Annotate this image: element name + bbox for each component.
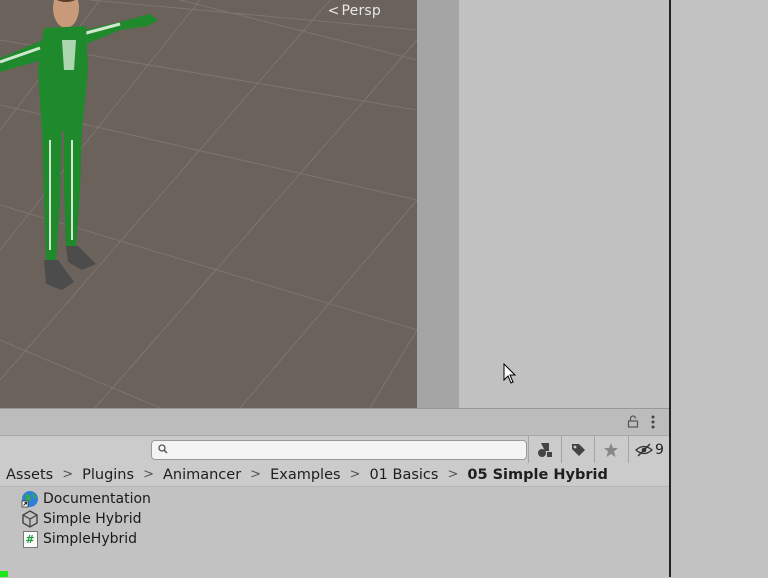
inspector-panel xyxy=(459,0,670,408)
scene-view[interactable]: < Persp xyxy=(0,0,417,408)
project-panel-tab-bar xyxy=(0,409,669,435)
csharp-script-icon: # xyxy=(21,530,39,548)
breadcrumb: Assets > Plugins > Animancer > Examples … xyxy=(0,463,669,487)
chevron-left-icon: < xyxy=(327,3,340,19)
kebab-menu-icon[interactable] xyxy=(649,415,657,429)
far-right-panel xyxy=(671,0,768,577)
project-toolbar: 9 xyxy=(0,435,669,464)
breadcrumb-01-basics[interactable]: 01 Basics xyxy=(369,467,438,483)
scene-side-strip xyxy=(417,0,459,408)
project-panel: 9 Assets > Plugins > Animancer > Example… xyxy=(0,408,669,578)
hidden-items-toggle[interactable]: 9 xyxy=(628,436,670,463)
item-label: Simple Hybrid xyxy=(43,511,142,527)
chevron-right-icon: > xyxy=(62,467,74,482)
progress-indicator xyxy=(0,571,8,577)
filter-by-type-button[interactable] xyxy=(528,436,561,463)
visibility-eye-icon xyxy=(635,443,654,456)
breadcrumb-animancer[interactable]: Animancer xyxy=(163,467,241,483)
breadcrumb-examples[interactable]: Examples xyxy=(270,467,340,483)
breadcrumb-current-folder[interactable]: 05 Simple Hybrid xyxy=(467,467,607,483)
character-model[interactable] xyxy=(0,0,180,300)
chevron-right-icon: > xyxy=(143,467,154,482)
camera-mode-label[interactable]: < Persp xyxy=(328,3,381,19)
filter-by-type-icon xyxy=(538,442,552,457)
favorite-button[interactable] xyxy=(594,436,627,463)
item-label: SimpleHybrid xyxy=(43,531,138,547)
lock-icon[interactable] xyxy=(627,415,639,428)
mouse-cursor-icon xyxy=(503,363,517,384)
list-item[interactable]: Documentation xyxy=(21,489,151,509)
unity-scene-icon xyxy=(21,510,39,528)
filter-by-label-button[interactable] xyxy=(561,436,594,463)
globe-link-icon xyxy=(21,490,39,508)
breadcrumb-assets[interactable]: Assets xyxy=(6,467,53,483)
chevron-right-icon: > xyxy=(250,467,262,482)
list-item[interactable]: # SimpleHybrid xyxy=(21,529,151,549)
search-icon xyxy=(158,444,168,454)
chevron-right-icon: > xyxy=(349,467,361,482)
search-input[interactable] xyxy=(151,440,527,460)
hidden-count: 9 xyxy=(655,441,664,458)
filter-by-label-icon xyxy=(572,443,585,456)
asset-list: Documentation Simple Hybrid # SimpleHybr… xyxy=(21,489,151,549)
breadcrumb-plugins[interactable]: Plugins xyxy=(82,467,134,483)
list-item[interactable]: Simple Hybrid xyxy=(21,509,151,529)
favorite-star-icon xyxy=(604,442,618,457)
item-label: Documentation xyxy=(43,491,151,507)
chevron-right-icon: > xyxy=(447,467,459,482)
